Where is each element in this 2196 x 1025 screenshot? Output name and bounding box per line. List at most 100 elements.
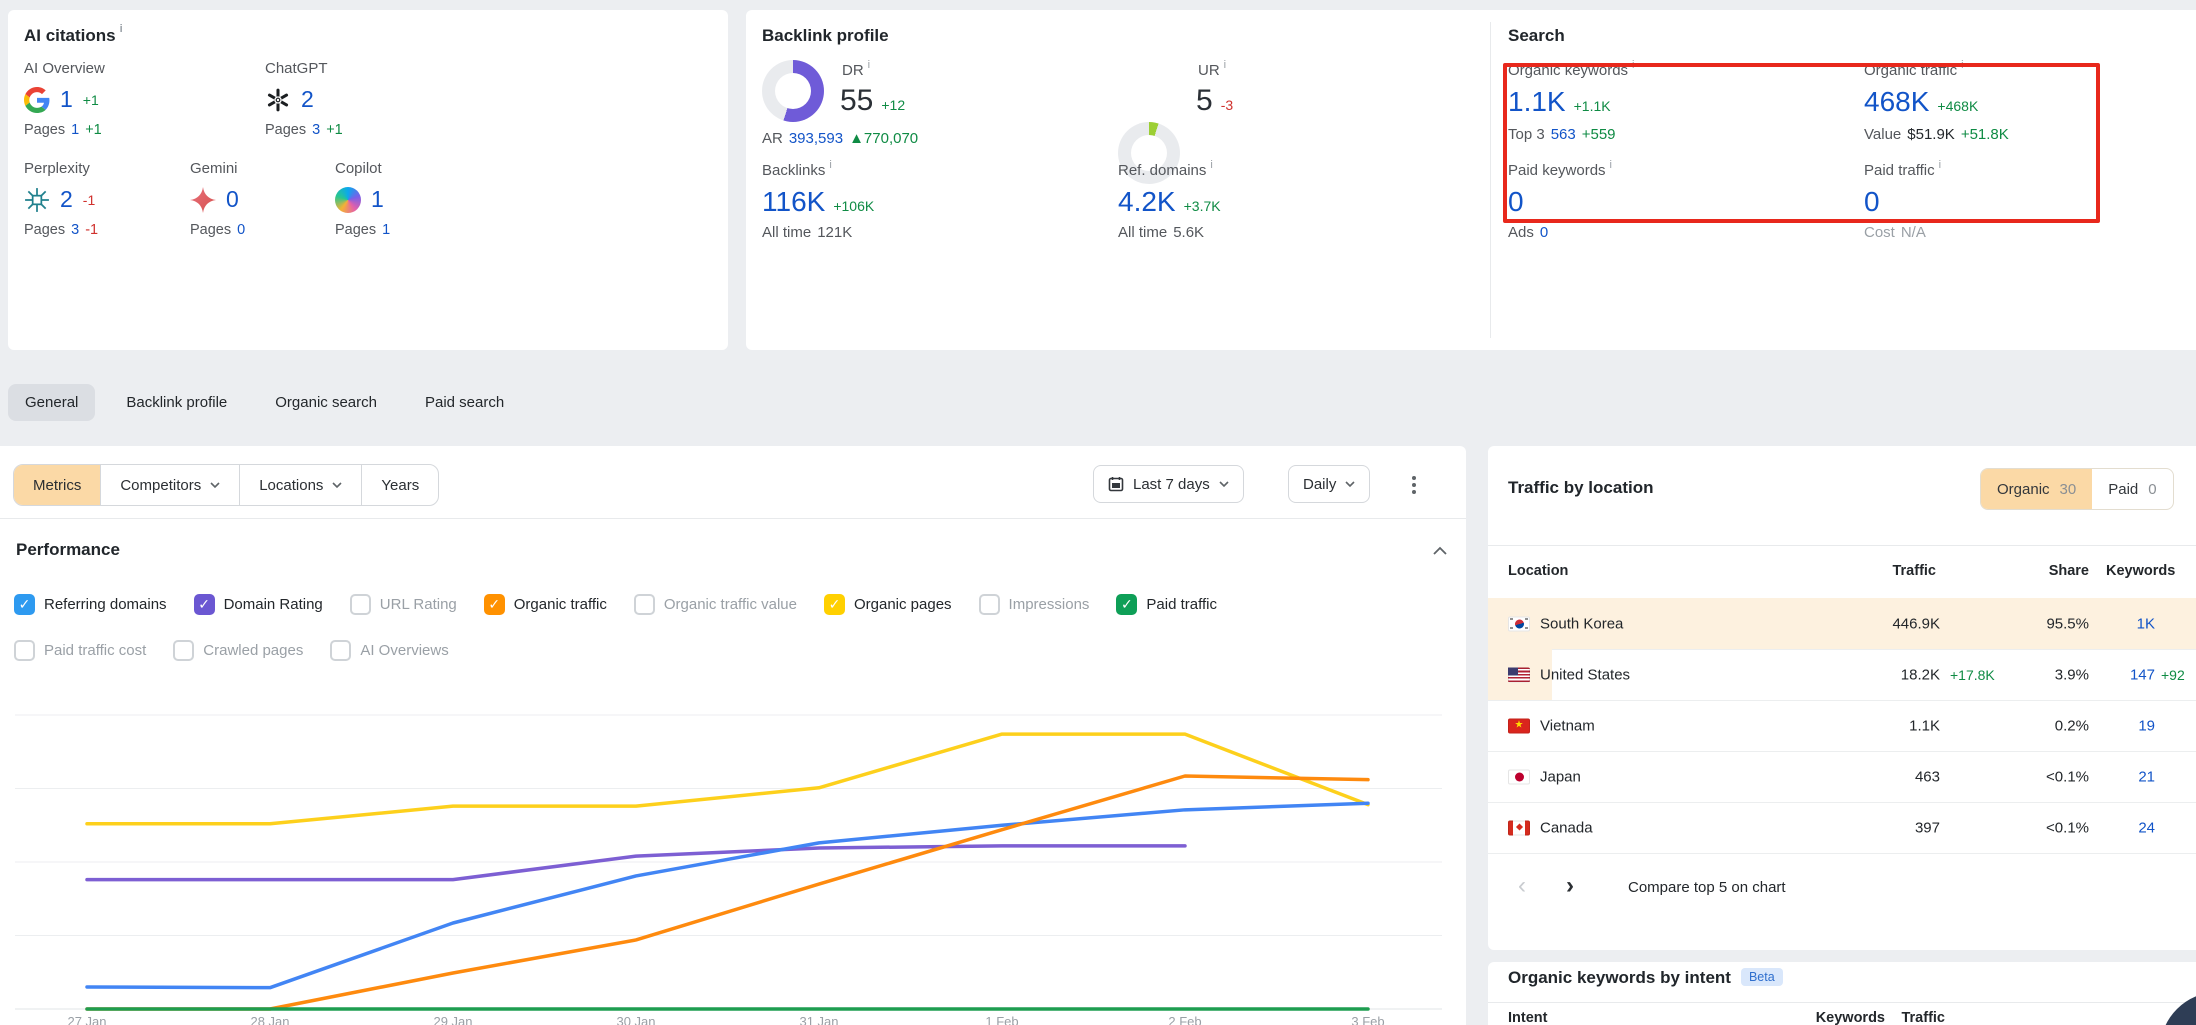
dr-label: DRi [842, 62, 870, 79]
performance-card: Metrics Competitors Locations Years Last… [0, 446, 1466, 1025]
compare-top5-link[interactable]: Compare top 5 on chart [1628, 879, 1786, 896]
svg-text:2 Feb: 2 Feb [1168, 1014, 1201, 1025]
performance-line-chart[interactable]: 27 Jan28 Jan29 Jan30 Jan31 Jan1 Feb2 Feb… [0, 674, 1466, 1025]
metric-crawled-pages[interactable]: Crawled pages [173, 640, 303, 661]
backlinks-value[interactable]: 116K [762, 186, 825, 217]
granularity-button[interactable]: Daily [1288, 465, 1370, 503]
google-icon [24, 87, 50, 113]
table-row-vietnam[interactable]: Vietnam 1.1K 0.2% 19 [1488, 700, 2196, 752]
date-range-button[interactable]: Last 7 days [1093, 465, 1244, 503]
gemini-value[interactable]: 0 [226, 186, 239, 213]
chatgpt-value[interactable]: 2 [301, 86, 314, 113]
checkbox-url-rating[interactable] [350, 594, 371, 615]
col-location[interactable]: Location [1508, 563, 1568, 579]
checkbox-domain-rating[interactable] [194, 594, 215, 615]
col-traffic[interactable]: Traffic [1892, 563, 1936, 579]
toggle-paid[interactable]: Paid0 [2092, 469, 2172, 509]
traffic-value: 446.9K [1892, 615, 1940, 632]
collapse-chevron-icon[interactable] [1432, 546, 1448, 556]
tab-backlink-profile[interactable]: Backlink profile [109, 384, 244, 421]
ur-label: URi [1198, 62, 1226, 79]
tab-general[interactable]: General [8, 384, 95, 421]
ai-citations-title: AI citationsi [24, 26, 123, 46]
info-icon[interactable]: i [1224, 59, 1226, 71]
ai-overview-pages: Pages1+1 [24, 122, 102, 138]
filter-competitors[interactable]: Competitors [101, 465, 240, 505]
tab-paid-search[interactable]: Paid search [408, 384, 521, 421]
col-intent-keywords[interactable]: Keywords [1816, 1010, 1885, 1025]
copilot-value-row: 1 [335, 186, 384, 213]
metric-paid-traffic-cost[interactable]: Paid traffic cost [14, 640, 146, 661]
checkbox-impressions[interactable] [979, 594, 1000, 615]
location-name[interactable]: Vietnam [1540, 717, 1595, 734]
col-intent[interactable]: Intent [1508, 1010, 1547, 1025]
ai-overview-value[interactable]: 1 [60, 86, 73, 113]
checkbox-organic-traffic-value[interactable] [634, 594, 655, 615]
info-icon[interactable]: i [1210, 159, 1212, 171]
filter-metrics[interactable]: Metrics [14, 465, 101, 505]
keywords-link[interactable]: 19 [2138, 717, 2155, 734]
share-value: <0.1% [2046, 819, 2089, 836]
backlinks-change: +106K [833, 198, 874, 214]
metric-url-rating[interactable]: URL Rating [350, 594, 457, 615]
location-name[interactable]: South Korea [1540, 615, 1623, 632]
table-row-canada[interactable]: Canada 397 <0.1% 24 [1488, 802, 2196, 854]
metric-organic-pages[interactable]: Organic pages [824, 594, 952, 615]
ref-domains-alltime: All time5.6K [1118, 224, 1204, 241]
filter-segmented-control: Metrics Competitors Locations Years [13, 464, 439, 506]
col-intent-traffic[interactable]: Traffic [1901, 1010, 1945, 1025]
prev-page-chevron-icon[interactable]: ‹ [1518, 874, 1526, 898]
keywords-link[interactable]: 1K [2137, 615, 2155, 632]
ai-overview-label: AI Overview [24, 60, 105, 77]
ur-change: -3 [1221, 97, 1233, 113]
location-name[interactable]: Japan [1540, 768, 1581, 785]
info-icon[interactable]: i [868, 59, 870, 71]
chatgpt-icon [265, 87, 291, 113]
keywords-link[interactable]: 147 [2130, 666, 2155, 683]
location-name[interactable]: United States [1540, 666, 1630, 683]
next-page-chevron-icon[interactable]: › [1566, 874, 1574, 898]
flag-vietnam-icon [1508, 718, 1530, 733]
keywords-by-intent-title: Organic keywords by intentBeta [1508, 968, 1783, 988]
metric-domain-rating[interactable]: Domain Rating [194, 594, 323, 615]
filter-years[interactable]: Years [362, 465, 438, 505]
checkbox-organic-traffic[interactable] [484, 594, 505, 615]
card-divider [1490, 22, 1491, 338]
copilot-label: Copilot [335, 160, 382, 177]
filter-locations[interactable]: Locations [240, 465, 362, 505]
metric-ai-overviews[interactable]: AI Overviews [330, 640, 448, 661]
checkbox-referring-domains[interactable] [14, 594, 35, 615]
table-row-united-states[interactable]: United States 18.2K +17.8K 3.9% 147 +92 [1488, 649, 2196, 701]
metric-referring-domains[interactable]: Referring domains [14, 594, 167, 615]
col-keywords[interactable]: Keywords [2106, 563, 2175, 579]
traffic-by-location-title: Traffic by location [1508, 478, 1653, 498]
checkbox-paid-traffic[interactable] [1116, 594, 1137, 615]
divider [1488, 1002, 2196, 1003]
svg-text:27 Jan: 27 Jan [67, 1014, 106, 1025]
metric-organic-traffic-value[interactable]: Organic traffic value [634, 594, 797, 615]
checkbox-ai-overviews[interactable] [330, 640, 351, 661]
metric-impressions[interactable]: Impressions [979, 594, 1090, 615]
toggle-organic[interactable]: Organic30 [1981, 469, 2092, 509]
cost-row: CostN/A [1864, 224, 1926, 241]
tab-organic-search[interactable]: Organic search [258, 384, 394, 421]
metric-organic-traffic[interactable]: Organic traffic [484, 594, 607, 615]
keywords-link[interactable]: 24 [2138, 819, 2155, 836]
ai-overview-change: +1 [83, 92, 99, 108]
location-name[interactable]: Canada [1540, 819, 1593, 836]
keywords-link[interactable]: 21 [2138, 768, 2155, 785]
table-row-japan[interactable]: Japan 463 <0.1% 21 [1488, 751, 2196, 803]
checkbox-paid-traffic-cost[interactable] [14, 640, 35, 661]
perplexity-value[interactable]: 2 [60, 186, 73, 213]
copilot-pages: Pages1 [335, 222, 390, 238]
checkbox-crawled-pages[interactable] [173, 640, 194, 661]
col-share[interactable]: Share [2049, 563, 2089, 579]
table-row-south-korea[interactable]: South Korea 446.9K 95.5% 1K [1488, 598, 2196, 650]
copilot-value[interactable]: 1 [371, 186, 384, 213]
metric-paid-traffic[interactable]: Paid traffic [1116, 594, 1217, 615]
checkbox-organic-pages[interactable] [824, 594, 845, 615]
info-icon[interactable]: i [120, 23, 123, 35]
ref-domains-value[interactable]: 4.2K [1118, 186, 1176, 217]
info-icon[interactable]: i [829, 159, 831, 171]
more-options-button[interactable] [1406, 470, 1422, 500]
